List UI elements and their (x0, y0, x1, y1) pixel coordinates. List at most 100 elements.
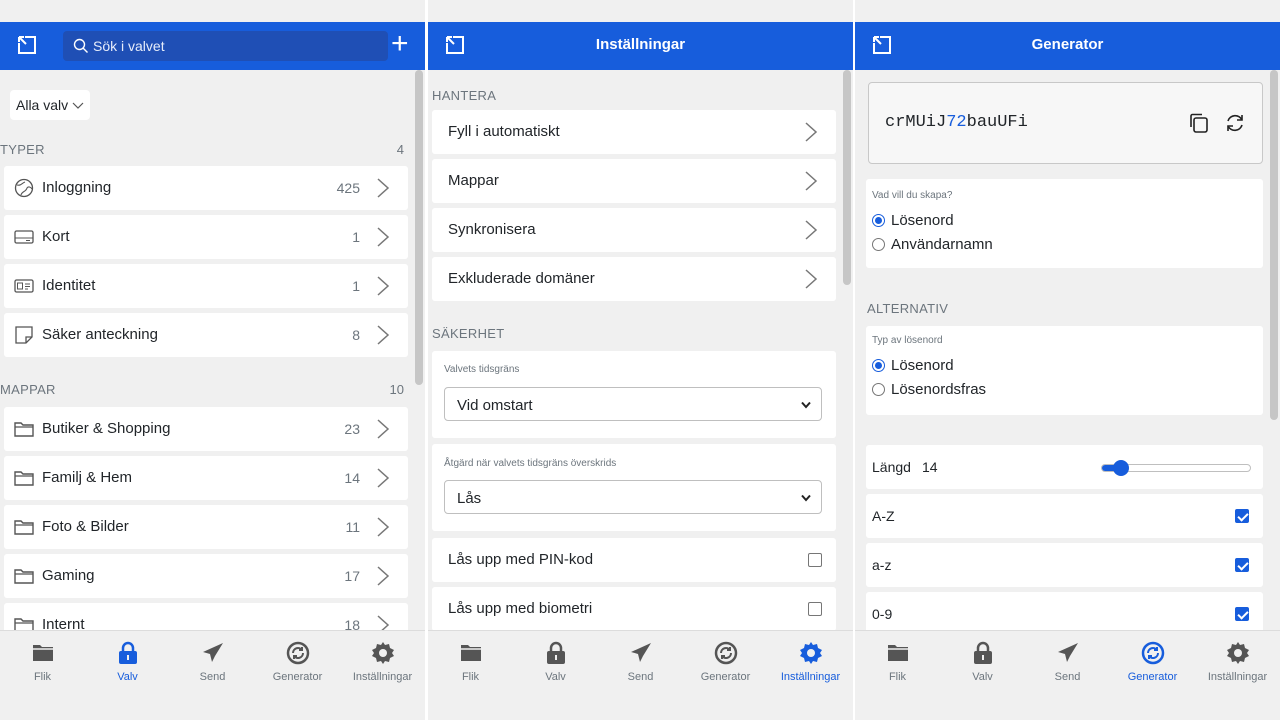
settings-content: HANTERA Fyll i automatiskt Mappar Synkro… (428, 70, 853, 630)
type-count: 1 (352, 278, 360, 294)
toggle-digits-row[interactable]: 0-9 (866, 592, 1263, 630)
toggle-uppercase-row[interactable]: A-Z (866, 494, 1263, 538)
radio-option-passphrase[interactable]: Lösenordsfras (872, 381, 986, 398)
search-input[interactable] (93, 31, 373, 61)
radio-option-password[interactable]: Lösenord (872, 212, 954, 229)
settings-header: Inställningar (428, 22, 853, 70)
password-type-label: Typ av lösenord (872, 335, 943, 346)
uppercase-checkbox[interactable] (1235, 509, 1249, 523)
settings-item-autofill[interactable]: Fyll i automatiskt (432, 110, 836, 154)
folder-row[interactable]: Internt 18 (4, 603, 408, 630)
settings-item-sync[interactable]: Synkronisera (432, 208, 836, 252)
scrollbar[interactable] (841, 70, 853, 630)
tab-valv[interactable]: Valv (513, 641, 598, 683)
vault-timeout-select[interactable]: Vid omstart (444, 387, 822, 421)
tab-valv[interactable]: Valv (85, 641, 170, 683)
paper-plane-icon (629, 641, 653, 665)
tab-flik[interactable]: Flik (428, 641, 513, 683)
length-label: Längd (872, 459, 911, 475)
gear-icon (371, 641, 395, 665)
tab-flik[interactable]: Flik (855, 641, 940, 683)
unlock-with-biometric-checkbox[interactable] (808, 602, 822, 616)
tab-generator[interactable]: Generator (255, 641, 340, 683)
tab-label: Inställningar (780, 671, 841, 683)
lock-icon (116, 641, 140, 665)
folder-icon (459, 641, 483, 665)
tab-valv[interactable]: Valv (940, 641, 1025, 683)
settings-item-folders[interactable]: Mappar (432, 159, 836, 203)
radio-button[interactable] (872, 238, 885, 251)
folder-icon (13, 418, 35, 440)
search-icon (73, 38, 88, 53)
scrollbar-thumb[interactable] (843, 70, 851, 285)
tab-settings[interactable]: Inställningar (1195, 641, 1280, 683)
radio-option-password[interactable]: Lösenord (872, 357, 954, 374)
vault-timeout-value: Vid omstart (457, 397, 533, 414)
tab-generator[interactable]: Generator (1110, 641, 1195, 683)
scrollbar[interactable] (1268, 70, 1280, 630)
lowercase-checkbox[interactable] (1235, 558, 1249, 572)
tab-label: Send (199, 671, 226, 683)
settings-item-excluded-domains[interactable]: Exkluderade domäner (432, 257, 836, 301)
type-row-identity[interactable]: Identitet 1 (4, 264, 408, 308)
radio-button[interactable] (872, 214, 885, 227)
generator-panel: Generator crMUiJ72bauUFi Vad vill du ska… (855, 0, 1280, 720)
timeout-action-select[interactable]: Lås (444, 480, 822, 514)
refresh-icon[interactable] (1224, 112, 1246, 134)
chevron-right-icon (804, 220, 818, 240)
digits-checkbox[interactable] (1235, 607, 1249, 621)
tab-flik[interactable]: Flik (0, 641, 85, 683)
search-box[interactable] (63, 31, 388, 61)
tab-send[interactable]: Send (1025, 641, 1110, 683)
unlock-with-biometric-row[interactable]: Lås upp med biometri (432, 587, 836, 630)
tab-settings[interactable]: Inställningar (340, 641, 425, 683)
tab-generator[interactable]: Generator (683, 641, 768, 683)
radio-option-username[interactable]: Användarnamn (872, 236, 993, 253)
tab-settings[interactable]: Inställningar (768, 641, 853, 683)
tab-send[interactable]: Send (170, 641, 255, 683)
tab-label: Generator (272, 671, 323, 683)
password-part: bauUFi (966, 113, 1028, 132)
scrollbar-thumb[interactable] (1270, 70, 1278, 420)
chevron-right-icon (376, 325, 390, 345)
unlock-with-pin-row[interactable]: Lås upp med PIN-kod (432, 538, 836, 582)
card-icon (14, 230, 34, 244)
type-row-secure-note[interactable]: Säker anteckning 8 (4, 313, 408, 357)
security-section-label: SÄKERHET (432, 326, 505, 341)
folder-row[interactable]: Familj & Hem 14 (4, 456, 408, 500)
types-section-count: 4 (396, 142, 404, 157)
chevron-down-icon (801, 401, 811, 409)
vault-selector[interactable]: Alla valv (10, 90, 91, 120)
length-value: 14 (922, 459, 938, 475)
type-count: 8 (352, 327, 360, 343)
type-row-login[interactable]: Inloggning 425 (4, 166, 408, 210)
popout-icon[interactable] (16, 34, 38, 56)
radio-button[interactable] (872, 359, 885, 372)
tab-label: Generator (700, 671, 751, 683)
chevron-right-icon (804, 269, 818, 289)
tab-send[interactable]: Send (598, 641, 683, 683)
length-slider-knob[interactable] (1113, 460, 1129, 476)
folder-row[interactable]: Gaming 17 (4, 554, 408, 598)
copy-icon[interactable] (1188, 112, 1210, 134)
folder-row[interactable]: Foto & Bilder 11 (4, 505, 408, 549)
type-row-card[interactable]: Kort 1 (4, 215, 408, 259)
toggle-lowercase-row[interactable]: a-z (866, 543, 1263, 587)
radio-button[interactable] (872, 383, 885, 396)
paper-plane-icon (1056, 641, 1080, 665)
radio-label: Lösenordsfras (891, 381, 987, 398)
type-label: Säker anteckning (42, 326, 158, 343)
add-item-button[interactable]: + (391, 29, 415, 60)
lock-icon (971, 641, 995, 665)
generator-icon (286, 641, 310, 665)
gear-icon (799, 641, 823, 665)
generated-password-card: crMUiJ72bauUFi (868, 82, 1263, 164)
folder-row[interactable]: Butiker & Shopping 23 (4, 407, 408, 451)
vault-selector-label: Alla valv (16, 97, 69, 113)
length-slider[interactable] (1101, 460, 1251, 476)
scrollbar[interactable] (413, 70, 425, 630)
scrollbar-thumb[interactable] (415, 70, 423, 385)
settings-item-label: Mappar (448, 172, 499, 189)
tab-label: Send (1054, 671, 1081, 683)
unlock-with-pin-checkbox[interactable] (808, 553, 822, 567)
